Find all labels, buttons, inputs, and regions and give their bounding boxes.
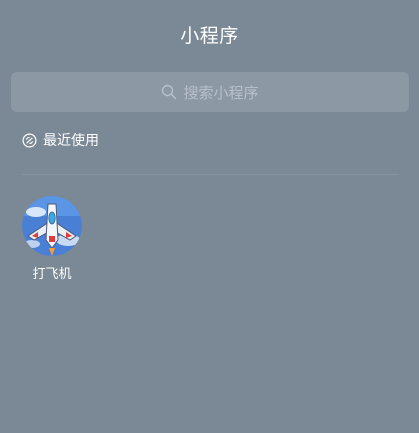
recent-icon <box>22 132 37 148</box>
recent-section-header: 最近使用 <box>22 128 99 152</box>
recent-label: 最近使用 <box>43 133 99 149</box>
search-placeholder: 搜索小程序 <box>183 83 259 102</box>
app-item[interactable]: 打飞机 <box>20 196 84 282</box>
divider <box>22 174 399 175</box>
page-title: 小程序 <box>180 24 239 47</box>
plane-game-icon[interactable] <box>22 196 82 256</box>
header: 小程序 <box>0 0 419 68</box>
search-input[interactable]: 搜索小程序 <box>11 72 409 112</box>
search-icon <box>161 84 177 100</box>
app-name: 打飞机 <box>32 267 72 282</box>
